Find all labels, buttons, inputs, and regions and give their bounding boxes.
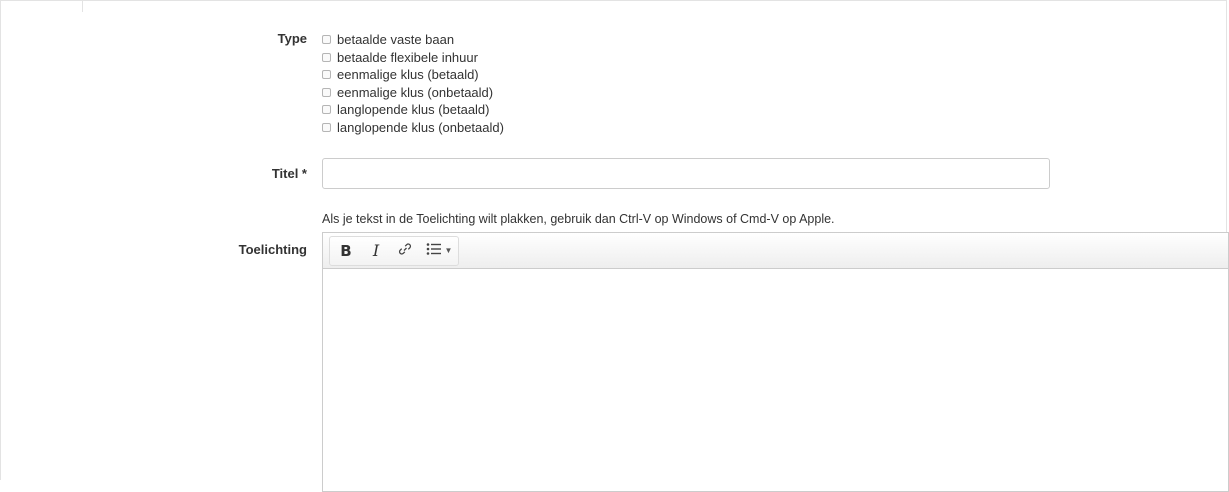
paste-help-text: Als je tekst in de Toelichting wilt plak… — [322, 212, 835, 226]
type-option[interactable]: eenmalige klus (betaald) — [322, 66, 504, 84]
type-option-label: betaalde vaste baan — [337, 32, 455, 48]
unordered-list-icon — [426, 242, 442, 259]
checkbox[interactable] — [322, 35, 331, 45]
bold-button[interactable]: B — [330, 237, 362, 265]
title-input[interactable] — [322, 158, 1050, 189]
type-option-label: eenmalige klus (onbetaald) — [337, 84, 494, 100]
type-option[interactable]: eenmalige klus (onbetaald) — [322, 84, 504, 102]
type-option-label: langlopende klus (betaald) — [337, 102, 490, 118]
editor-toolbar: B I ▼ — [323, 233, 1228, 269]
type-option-label: betaalde flexibele inhuur — [337, 49, 478, 65]
type-label: Type — [277, 31, 307, 46]
list-dropdown-button[interactable]: ▼ — [420, 237, 458, 265]
type-option[interactable]: langlopende klus (onbetaald) — [322, 119, 504, 137]
type-option-label: eenmalige klus (betaald) — [337, 67, 479, 83]
link-button[interactable] — [390, 237, 420, 265]
type-option[interactable]: betaalde flexibele inhuur — [322, 49, 504, 67]
type-option[interactable]: betaalde vaste baan — [322, 31, 504, 49]
toolbar-button-group: B I ▼ — [329, 235, 459, 266]
checkbox[interactable] — [322, 52, 331, 62]
type-options: betaalde vaste baan betaalde flexibele i… — [322, 31, 504, 136]
checkbox[interactable] — [322, 87, 331, 97]
tab-divider — [82, 0, 83, 12]
type-option[interactable]: langlopende klus (betaald) — [322, 101, 504, 119]
italic-button[interactable]: I — [362, 237, 390, 265]
checkbox[interactable] — [322, 70, 331, 80]
type-option-label: langlopende klus (onbetaald) — [337, 119, 504, 135]
editor-content-area[interactable] — [323, 269, 1228, 491]
rich-text-editor: B I ▼ — [322, 232, 1229, 492]
link-icon — [398, 242, 412, 259]
checkbox[interactable] — [322, 122, 331, 132]
title-label: Titel * — [271, 166, 307, 181]
description-label: Toelichting — [238, 242, 307, 257]
checkbox[interactable] — [322, 105, 331, 115]
caret-down-icon: ▼ — [444, 246, 453, 255]
